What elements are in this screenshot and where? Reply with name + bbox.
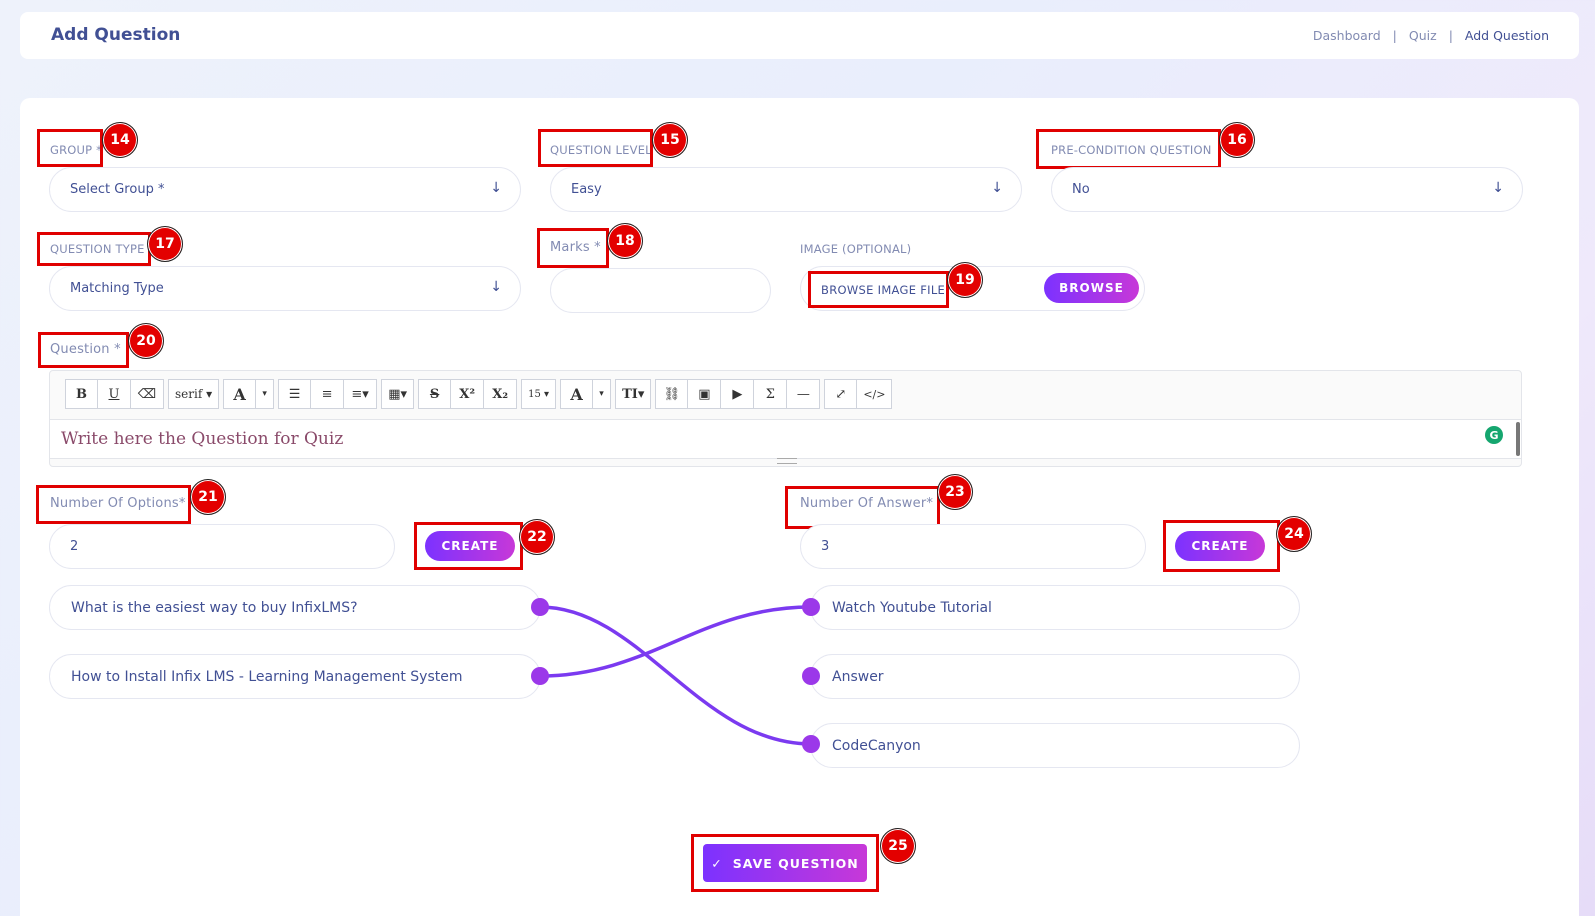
answer-connector-handle[interactable] (802, 667, 820, 685)
annotation-box (691, 834, 879, 892)
answer-connector-handle[interactable] (802, 735, 820, 753)
matching-connectors (539, 605, 812, 746)
option-connector-handle[interactable] (531, 598, 549, 616)
option-connector-handle[interactable] (531, 667, 549, 685)
annotation-badge: 25 (880, 828, 916, 864)
answer-connector-handle[interactable] (802, 598, 820, 616)
